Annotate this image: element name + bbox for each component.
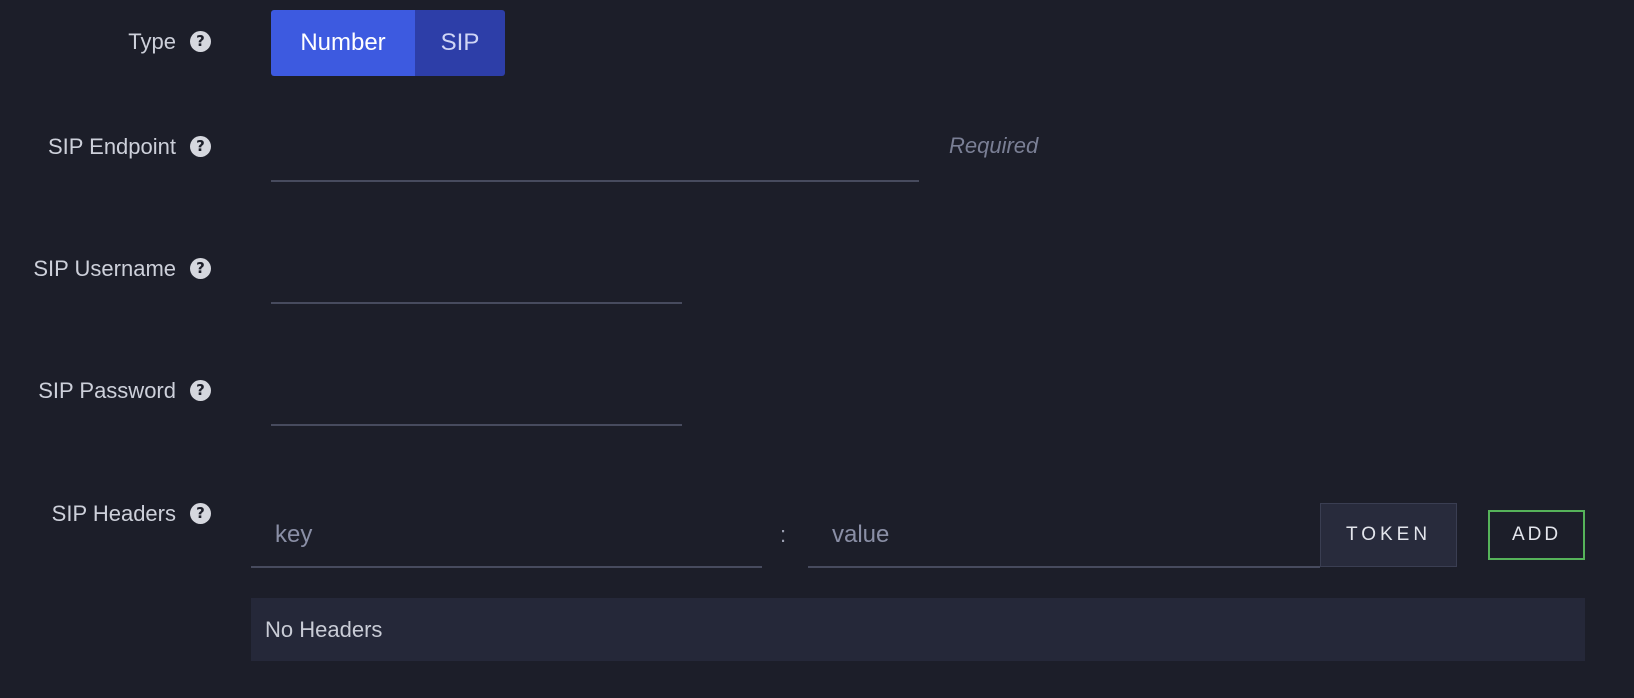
type-help-icon[interactable]: ? — [190, 31, 211, 52]
header-value-input[interactable] — [808, 503, 1320, 568]
sip-endpoint-help-icon[interactable]: ? — [190, 136, 211, 157]
sip-password-help-icon[interactable]: ? — [190, 380, 211, 401]
sip-username-label: SIP Username — [33, 256, 176, 281]
sip-username-input[interactable] — [271, 240, 682, 304]
sip-headers-label: SIP Headers — [51, 501, 176, 526]
header-separator: : — [780, 522, 787, 547]
no-headers-text: No Headers — [265, 617, 383, 642]
sip-endpoint-label: SIP Endpoint — [47, 134, 176, 159]
sip-password-label: SIP Password — [38, 378, 176, 403]
sip-username-help-icon[interactable]: ? — [190, 258, 211, 279]
headers-list: No Headers — [251, 598, 1585, 661]
token-button[interactable]: TOKEN — [1320, 503, 1457, 567]
type-option-number[interactable]: Number — [271, 10, 415, 76]
sip-endpoint-required-hint: Required — [949, 133, 1039, 158]
sip-headers-help-icon[interactable]: ? — [190, 503, 211, 524]
type-label: Type — [128, 29, 176, 54]
sip-password-input[interactable] — [271, 362, 682, 426]
header-key-input[interactable] — [251, 503, 762, 568]
add-header-button[interactable]: ADD — [1488, 510, 1585, 560]
type-option-sip[interactable]: SIP — [415, 10, 505, 76]
type-toggle: Number SIP — [271, 10, 505, 76]
sip-endpoint-input[interactable] — [271, 118, 919, 182]
